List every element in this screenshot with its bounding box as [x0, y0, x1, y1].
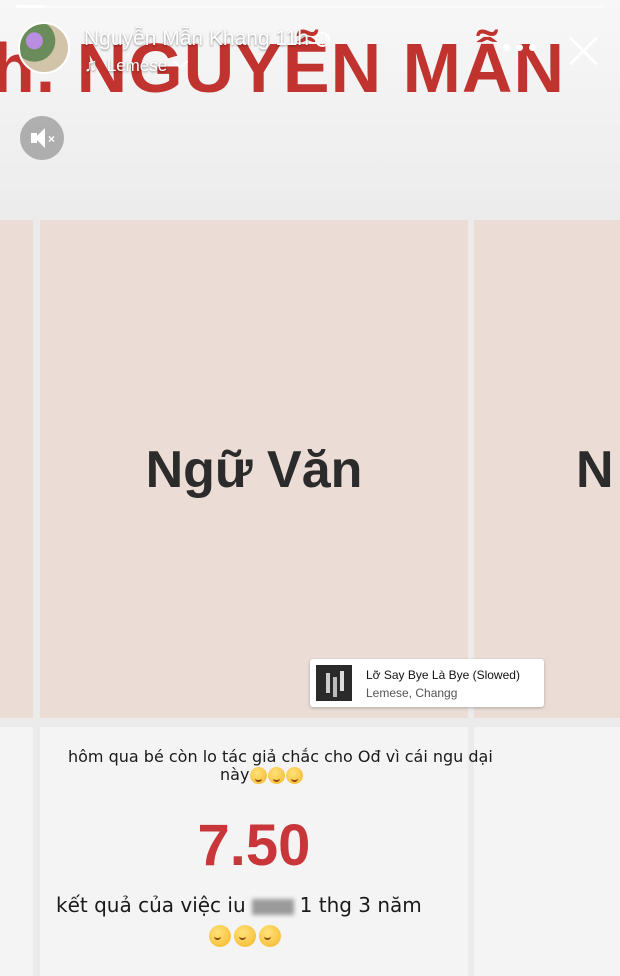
- music-note-icon: ♫: [84, 55, 98, 75]
- emoji-row: [208, 925, 283, 947]
- album-art: [316, 665, 352, 701]
- caption-text: hôm qua bé còn lo tác giả chắc cho Ođ vì…: [68, 747, 493, 766]
- music-attribution[interactable]: ♫ Lemese: [84, 53, 189, 76]
- crying-emoji-icon: [209, 925, 231, 947]
- crying-emoji-icon: [259, 925, 281, 947]
- table-cell: [0, 727, 33, 976]
- caption-text: này: [220, 765, 250, 784]
- table-cell: [0, 220, 33, 718]
- story-progress-fill: [16, 5, 46, 8]
- score-value: 7.50: [197, 813, 311, 878]
- crying-emoji-icon: [250, 767, 268, 784]
- crying-emoji-icon: [268, 767, 286, 784]
- story-viewer: h. NGUYỄN MẪN Ngữ Văn N hôm qua bé còn l…: [0, 0, 620, 976]
- subject-label-partial: N: [576, 441, 614, 499]
- caption-text: 1 thg 3 năm: [299, 893, 422, 917]
- caption-text: kết quả của việc iu: [56, 893, 246, 917]
- avatar[interactable]: [18, 22, 70, 74]
- blurred-name: [251, 898, 294, 915]
- story-caption-bottom: kết quả của việc iu 1 thg 3 năm: [56, 893, 422, 917]
- crying-emoji-icon: [234, 925, 256, 947]
- mute-icon[interactable]: ×: [20, 116, 64, 160]
- chevron-down-icon[interactable]: [172, 53, 189, 70]
- music-sticker[interactable]: Lỡ Say Bye Là Bye (Slowed) Lemese, Chang…: [310, 659, 544, 707]
- author-name[interactable]: Nguyễn Mẫn Khang: [84, 27, 270, 50]
- globe-icon: [314, 31, 330, 47]
- music-artist-label[interactable]: Lemese: [107, 56, 167, 75]
- story-caption-top-line2: này: [220, 765, 304, 784]
- music-title: Lỡ Say Bye Là Bye (Slowed): [366, 668, 520, 682]
- story-author[interactable]: Nguyễn Mẫn Khang 11h: [84, 27, 330, 51]
- music-artists: Lemese, Changg: [366, 686, 458, 700]
- more-icon[interactable]: [503, 44, 537, 54]
- story-progress-bar: [16, 5, 604, 8]
- crying-emoji-icon: [286, 767, 304, 784]
- subject-label: Ngữ Văn: [145, 441, 363, 499]
- close-icon[interactable]: [566, 34, 600, 68]
- post-time: 11h: [275, 27, 309, 50]
